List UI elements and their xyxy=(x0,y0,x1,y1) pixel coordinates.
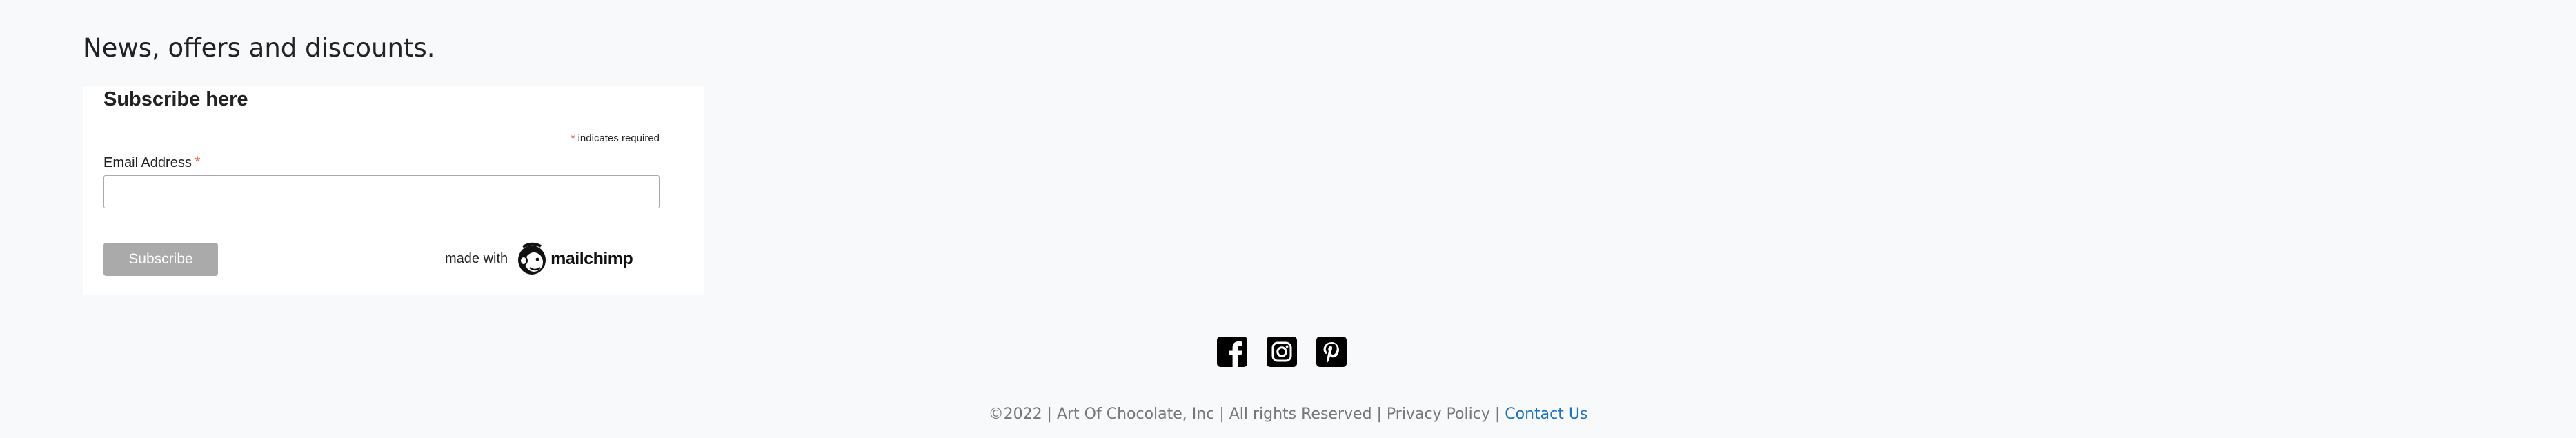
newsletter-heading: News, offers and discounts. xyxy=(83,33,435,63)
required-note: * indicates required xyxy=(571,132,660,144)
freddie-icon xyxy=(518,242,546,275)
mailchimp-logo: mailchimp xyxy=(516,241,633,276)
copyright-text: ©2022 | Art Of Chocolate, Inc | All righ… xyxy=(988,406,1505,423)
mailchimp-wordmark: mailchimp xyxy=(551,248,633,268)
facebook-icon[interactable] xyxy=(1217,337,1247,367)
email-label-text: Email Address xyxy=(103,155,192,170)
email-field[interactable] xyxy=(103,175,660,208)
mailchimp-signup-form: Subscribe here * indicates required Emai… xyxy=(83,86,704,295)
made-with-mailchimp-badge[interactable]: made with mailchimp xyxy=(445,239,633,278)
form-title: Subscribe here xyxy=(103,88,248,110)
pinterest-icon[interactable] xyxy=(1316,337,1347,367)
instagram-icon[interactable] xyxy=(1267,337,1297,367)
required-asterisk: * xyxy=(571,132,575,144)
subscribe-button[interactable]: Subscribe xyxy=(103,243,218,276)
social-links xyxy=(1217,337,1347,367)
footer-copyright: ©2022 | Art Of Chocolate, Inc | All righ… xyxy=(0,406,2576,423)
required-note-text: indicates required xyxy=(577,132,660,144)
email-required-asterisk: * xyxy=(194,153,201,170)
contact-us-link[interactable]: Contact Us xyxy=(1505,406,1587,423)
email-label: Email Address * xyxy=(103,153,200,171)
made-with-text: made with xyxy=(445,250,508,266)
